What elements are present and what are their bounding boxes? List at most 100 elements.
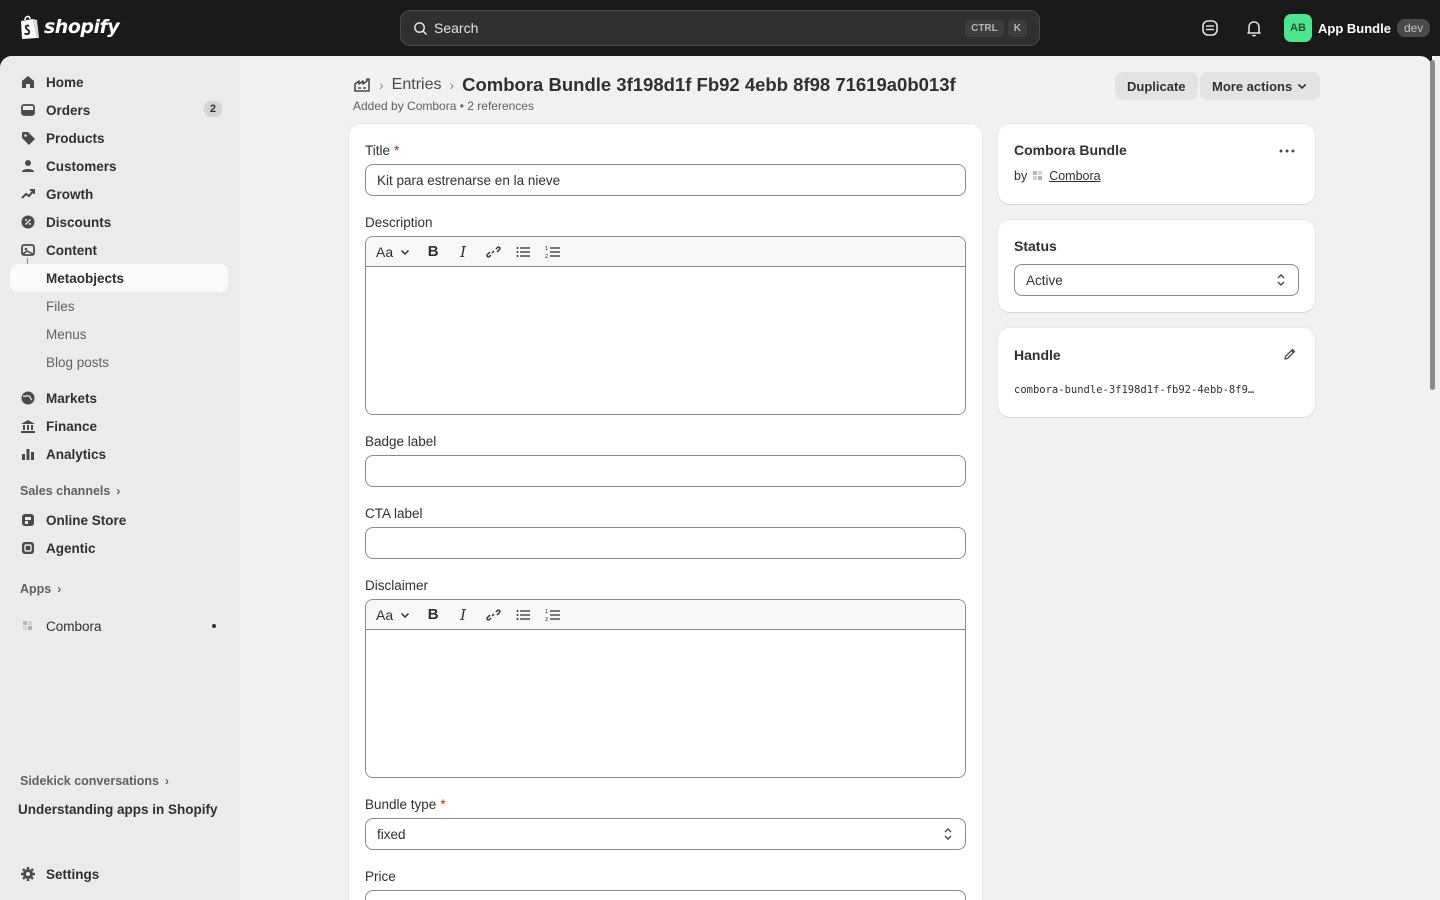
description-editor-body[interactable]	[366, 267, 965, 414]
cta-field-label: CTA label	[365, 506, 423, 521]
svg-text:1: 1	[545, 246, 548, 252]
discount-icon	[21, 215, 35, 229]
badge-label-input[interactable]	[365, 455, 966, 487]
disclaimer-editor: Aa B I 12	[365, 599, 966, 778]
required-asterisk: *	[440, 797, 446, 812]
sidebar-item-markets[interactable]: Markets	[10, 384, 228, 412]
bold-icon[interactable]: B	[425, 606, 441, 623]
rich-text-toolbar: Aa B I 12	[366, 237, 965, 267]
app-owner-card: Combora Bundle by Combora	[998, 124, 1315, 204]
italic-icon[interactable]: I	[455, 243, 471, 261]
bundle-type-select[interactable]: fixed	[365, 818, 966, 850]
scrollbar-thumb[interactable]	[1430, 60, 1435, 390]
duplicate-button[interactable]: Duplicate	[1115, 72, 1198, 100]
app-card-title: Combora Bundle	[1014, 142, 1127, 158]
sidebar-item-label: Customers	[46, 158, 117, 174]
title-input-value: Kit para estrenarse en la nieve	[377, 172, 561, 188]
sidebar-item-growth[interactable]: Growth	[10, 180, 228, 208]
bold-icon[interactable]: B	[425, 243, 441, 260]
main-content: › Entries › Combora Bundle 3f198d1f Fb92…	[240, 56, 1432, 900]
store-activity-icon[interactable]	[1200, 18, 1220, 38]
link-icon[interactable]	[485, 244, 501, 260]
sidebar-item-online-store[interactable]: Online Store	[10, 506, 228, 534]
bulleted-list-icon[interactable]	[515, 607, 531, 623]
svg-text:2: 2	[545, 617, 548, 623]
sidebar-item-orders[interactable]: Orders 2	[10, 96, 228, 124]
disclaimer-field-label: Disclaimer	[365, 578, 429, 593]
sidebar-item-label: Finance	[46, 418, 98, 434]
dev-badge: dev	[1396, 19, 1431, 37]
svg-text:1: 1	[545, 609, 548, 615]
text-format-dropdown[interactable]: Aa	[376, 244, 411, 260]
bulleted-list-icon[interactable]	[515, 244, 531, 260]
sidebar-item-metaobjects[interactable]: Metaobjects	[10, 264, 228, 292]
sidebar-item-files[interactable]: Files	[10, 292, 228, 320]
shopify-logo[interactable]: shopify	[18, 14, 120, 40]
sidebar-item-home[interactable]: Home	[10, 68, 228, 96]
more-actions-label: More actions	[1212, 78, 1293, 94]
globe-icon	[21, 391, 35, 405]
bell-icon[interactable]	[1244, 18, 1264, 38]
apps-heading[interactable]: Apps ›	[20, 582, 61, 596]
sidebar-item-customers[interactable]: Customers	[10, 152, 228, 180]
pencil-icon[interactable]	[1283, 347, 1297, 361]
sidebar-item-label: Orders	[46, 102, 91, 118]
sidebar-item-label: Metaobjects	[46, 270, 125, 286]
shopify-bag-icon	[21, 15, 39, 39]
sidebar-item-discounts[interactable]: Discounts	[10, 208, 228, 236]
sales-channels-heading[interactable]: Sales channels ›	[20, 484, 120, 498]
combora-app-icon	[1033, 171, 1043, 180]
select-chevrons-icon	[1277, 274, 1285, 286]
breadcrumb: › Entries › Combora Bundle 3f198d1f Fb92…	[353, 74, 956, 96]
avatar: AB	[1284, 14, 1312, 42]
content-icon	[21, 244, 35, 256]
more-horizontal-icon[interactable]	[1279, 148, 1295, 154]
search-bar[interactable]: Search CTRL K	[400, 10, 1040, 46]
sidebar-item-combora[interactable]: Combora	[10, 612, 228, 640]
search-icon	[414, 21, 428, 35]
status-select[interactable]: Active	[1014, 264, 1299, 296]
sidebar-item-content[interactable]: Content	[10, 236, 228, 264]
sidebar-item-products[interactable]: Products	[10, 124, 228, 152]
metaobject-icon[interactable]	[353, 76, 371, 94]
sidebar-item-menus[interactable]: Menus	[10, 320, 228, 348]
sidebar-item-label: Combora	[46, 618, 102, 634]
status-card: Status Active	[998, 220, 1315, 312]
page-title: Combora Bundle 3f198d1f Fb92 4ebb 8f98 7…	[462, 74, 956, 95]
sidebar-item-label: Home	[46, 74, 84, 90]
text-format-label: Aa	[376, 243, 394, 260]
title-label-text: Title	[365, 143, 391, 158]
sidebar-item-analytics[interactable]: Analytics	[10, 440, 228, 468]
disclaimer-editor-body[interactable]	[366, 630, 965, 777]
shortcut-key-ctrl: CTRL	[965, 19, 1004, 37]
numbered-list-icon[interactable]: 12	[545, 244, 561, 260]
sidekick-conversation-item[interactable]: Understanding apps in Shopify	[18, 802, 218, 817]
price-input[interactable]	[365, 890, 966, 900]
numbered-list-icon[interactable]: 12	[545, 607, 561, 623]
sidebar-item-blog-posts[interactable]: Blog posts	[10, 348, 228, 376]
svg-text:2: 2	[545, 254, 548, 260]
app-owner-line: by Combora	[1014, 169, 1101, 183]
shortcut-key-k: K	[1007, 19, 1027, 37]
sidebar-item-label: Products	[46, 130, 105, 146]
cta-label-input[interactable]	[365, 527, 966, 559]
more-actions-button[interactable]: More actions	[1200, 72, 1321, 100]
sidebar-item-finance[interactable]: Finance	[10, 412, 228, 440]
account-menu[interactable]: AB App Bundle dev	[1284, 14, 1431, 42]
sidebar-item-label: Settings	[46, 866, 100, 882]
handle-card: Handle combora-bundle-3f198d1f-fb92-4ebb…	[998, 328, 1315, 417]
breadcrumb-entries-link[interactable]: Entries	[392, 76, 442, 94]
italic-icon[interactable]: I	[455, 606, 471, 624]
bank-icon	[21, 420, 35, 433]
sidekick-heading[interactable]: Sidekick conversations ›	[20, 774, 169, 788]
text-format-dropdown[interactable]: Aa	[376, 607, 411, 623]
title-input[interactable]: Kit para estrenarse en la nieve	[365, 164, 966, 196]
app-link[interactable]: Combora	[1049, 169, 1100, 183]
bundle-type-label-text: Bundle type	[365, 797, 437, 812]
sidebar-item-settings[interactable]: Settings	[10, 860, 228, 888]
top-bar: shopify Search CTRL K AB App Bundle dev	[0, 0, 1440, 56]
sidebar-item-label: Growth	[46, 186, 94, 202]
sidebar-item-agentic[interactable]: Agentic	[10, 534, 228, 562]
link-icon[interactable]	[485, 607, 501, 623]
status-value: Active	[1026, 272, 1063, 288]
